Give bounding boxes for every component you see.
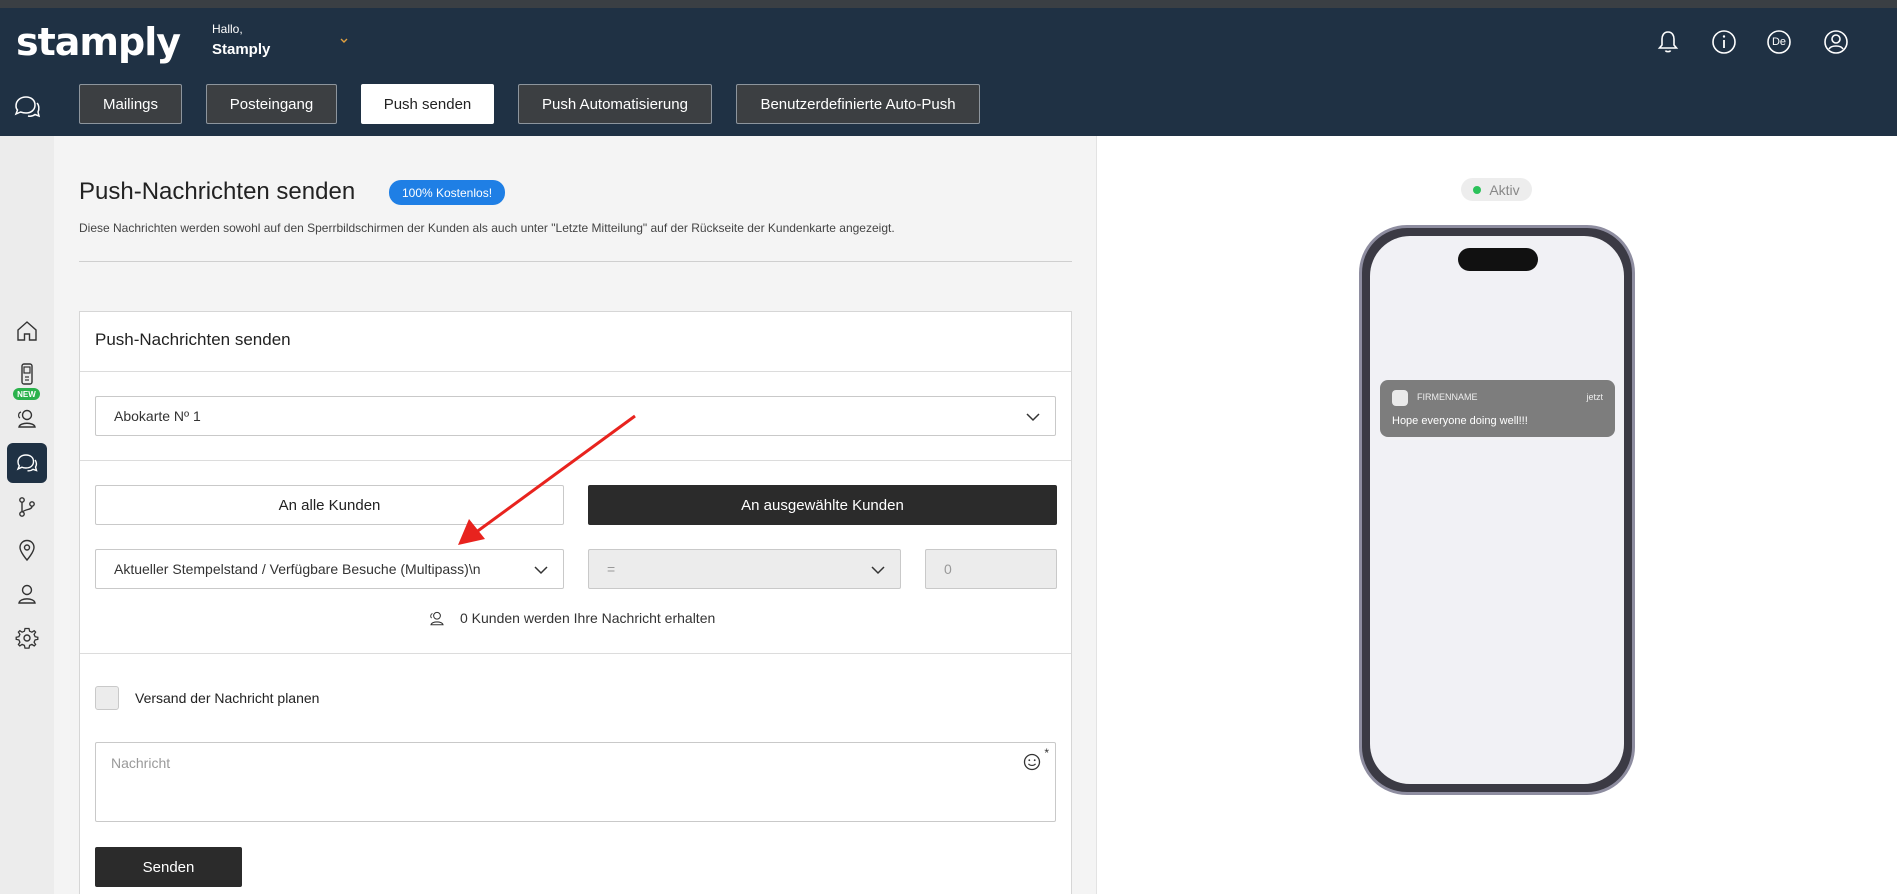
info-icon[interactable] (1710, 28, 1738, 56)
filter-field-value: Aktueller Stempelstand / Verfügbare Besu… (114, 561, 481, 577)
sidebar-item-home[interactable] (7, 311, 47, 351)
greeting-text: Hallo, (212, 22, 243, 36)
recipients-info: 0 Kunden werden Ihre Nachricht erhalten (428, 609, 715, 627)
sidebar-item-locations[interactable] (7, 530, 47, 570)
message-textarea[interactable]: Nachricht * (95, 742, 1056, 822)
chevron-down-icon (871, 566, 885, 575)
card-select[interactable]: Abokarte Nº 1 (95, 396, 1056, 436)
chevron-down-icon[interactable] (337, 34, 351, 48)
selected-customers-button[interactable]: An ausgewählte Kunden (588, 485, 1057, 525)
branch-icon (19, 497, 35, 517)
tab-push-automatisierung[interactable]: Push Automatisierung (518, 84, 712, 124)
customers-icon (430, 611, 444, 626)
sidebar-item-users[interactable] (7, 574, 47, 614)
status-text: Aktiv (1489, 181, 1520, 198)
push-notification-preview: FIRMENNAME jetzt Hope everyone doing wel… (1380, 380, 1615, 437)
gear-icon (15, 627, 39, 649)
sidebar-item-settings[interactable] (7, 618, 47, 658)
schedule-label: Versand der Nachricht planen (135, 690, 320, 706)
device-icon (21, 363, 33, 385)
card-select-value: Abokarte Nº 1 (114, 408, 201, 424)
filter-field-select[interactable]: Aktueller Stempelstand / Verfügbare Besu… (95, 549, 564, 589)
window-top-strip (0, 0, 1897, 8)
filter-value-input[interactable]: 0 (925, 549, 1057, 589)
chevron-down-icon (1026, 413, 1040, 422)
dynamic-island (1458, 248, 1538, 271)
card-divider (80, 653, 1071, 654)
notification-message: Hope everyone doing well!!! (1392, 415, 1528, 427)
user-icon (18, 584, 36, 604)
sidebar-item-customers[interactable] (7, 398, 47, 438)
schedule-checkbox[interactable] (95, 686, 119, 710)
status-dot (1473, 185, 1482, 194)
emoji-icon[interactable] (1023, 753, 1041, 771)
sidebar-item-workflow[interactable] (7, 487, 47, 527)
divider (79, 261, 1072, 262)
send-button[interactable]: Senden (95, 847, 242, 887)
location-icon (19, 539, 35, 562)
app-icon (1392, 390, 1408, 406)
tab-push-senden[interactable]: Push senden (361, 84, 494, 124)
notification-time: jetzt (1586, 392, 1603, 402)
card-title: Push-Nachrichten senden (95, 330, 291, 349)
home-icon (17, 321, 37, 341)
filter-value-placeholder: 0 (944, 561, 952, 577)
tab-mailings[interactable]: Mailings (79, 84, 182, 124)
card-divider (80, 371, 1071, 372)
language-switcher[interactable]: De (1765, 28, 1793, 56)
customers-icon (18, 409, 36, 428)
recipients-text: 0 Kunden werden Ihre Nachricht erhalten (460, 610, 716, 626)
required-mark: * (1044, 746, 1049, 760)
language-label: De (1771, 36, 1787, 48)
tab-benutzerdefinierte-auto-push[interactable]: Benutzerdefinierte Auto-Push (736, 84, 980, 124)
user-greeting[interactable]: Hallo, Stamply (212, 22, 270, 58)
sidebar-item-messages[interactable] (7, 443, 47, 483)
push-form-card: Push-Nachrichten senden Abokarte Nº 1 An… (79, 311, 1072, 894)
operator-select[interactable]: = (588, 549, 901, 589)
phone-screen: FIRMENNAME jetzt Hope everyone doing wel… (1370, 236, 1624, 784)
stamply-logo[interactable]: stamply (16, 20, 181, 64)
chevron-down-icon (534, 566, 548, 575)
messaging-tabs: Mailings Posteingang Push senden Push Au… (79, 84, 1004, 124)
phone-mockup: FIRMENNAME jetzt Hope everyone doing wel… (1359, 225, 1635, 795)
bell-icon[interactable] (1654, 28, 1682, 56)
card-divider (80, 460, 1071, 461)
all-customers-button[interactable]: An alle Kunden (95, 485, 564, 525)
free-badge: 100% Kostenlos! (389, 180, 505, 205)
operator-value: = (607, 561, 616, 577)
chat-icon (16, 454, 38, 472)
status-badge: Aktiv (1461, 178, 1532, 201)
page-title: Push-Nachrichten senden (79, 178, 356, 205)
notification-app-name: FIRMENNAME (1417, 392, 1478, 402)
chat-icon[interactable] (12, 92, 42, 122)
user-name: Stamply (212, 41, 271, 58)
tab-posteingang[interactable]: Posteingang (206, 84, 337, 124)
account-icon[interactable] (1822, 28, 1850, 56)
page-subtitle: Diese Nachrichten werden sowohl auf den … (79, 221, 895, 235)
message-placeholder: Nachricht (111, 755, 171, 771)
